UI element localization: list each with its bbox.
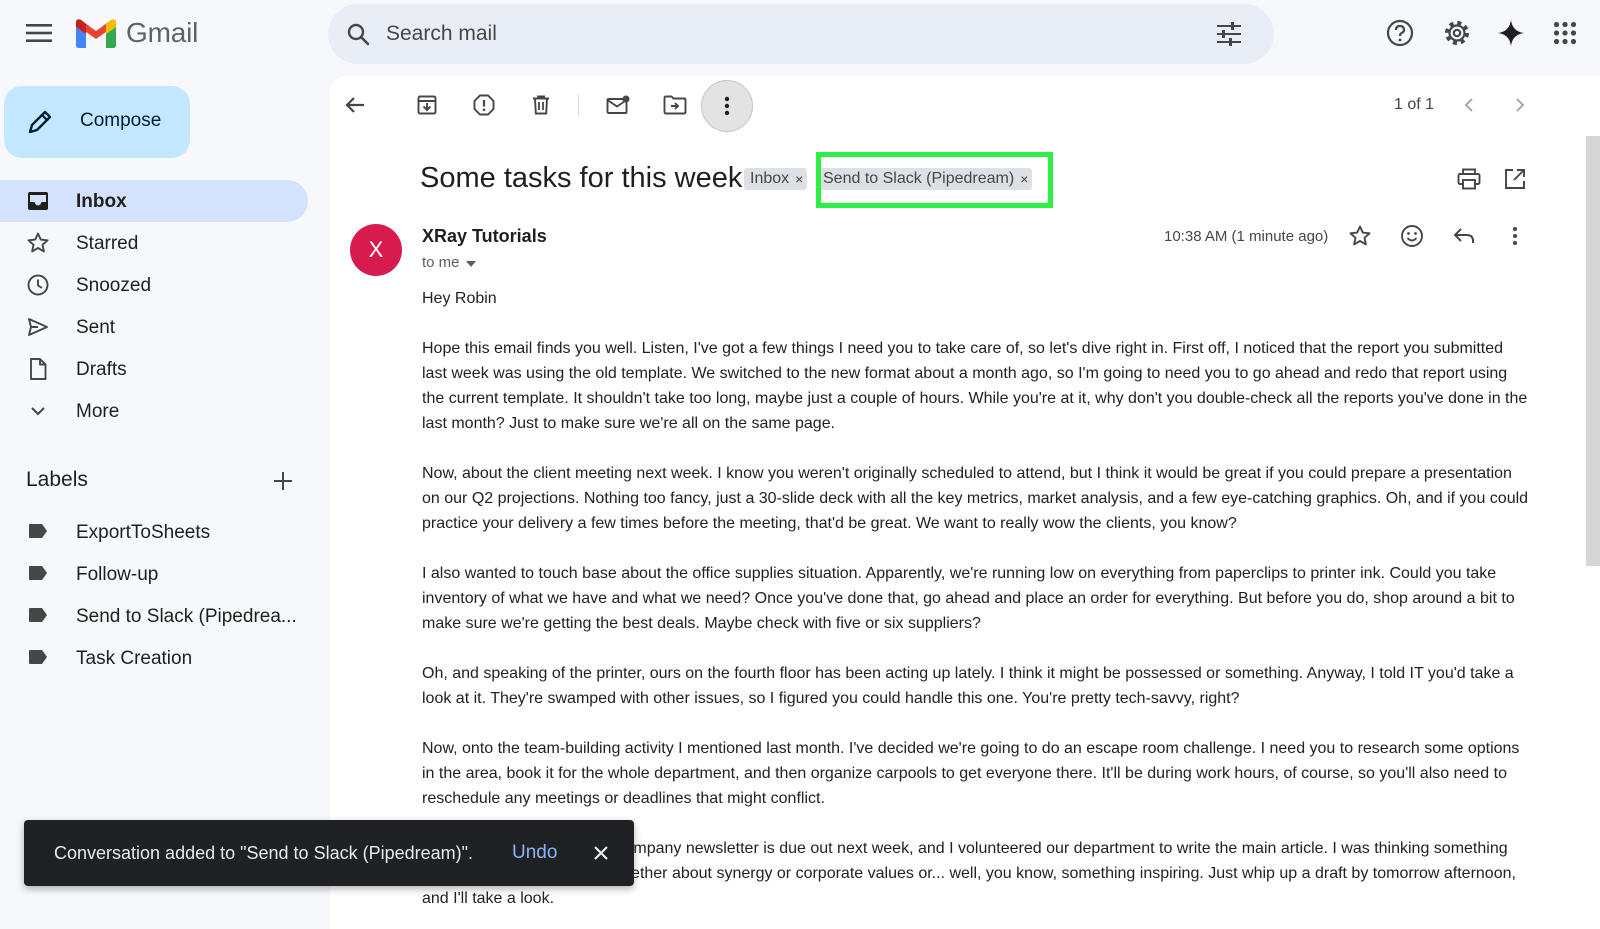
recipient-text: to me xyxy=(422,254,460,271)
pencil-icon xyxy=(26,108,54,141)
draft-icon xyxy=(27,358,49,380)
email-greeting: Hey Robin xyxy=(422,290,497,307)
chevron-down-icon xyxy=(27,400,49,422)
newer-chevron-icon[interactable] xyxy=(1450,86,1488,124)
label-chip-inbox[interactable]: Inbox × xyxy=(744,168,808,190)
move-to-folder-icon[interactable] xyxy=(656,86,694,124)
email-paragraph: Now, about the client meeting next week.… xyxy=(422,465,1529,532)
clock-icon xyxy=(27,274,49,296)
chip-label: Inbox xyxy=(750,170,790,187)
sender-name[interactable]: XRay Tutorials xyxy=(422,226,547,247)
star-icon xyxy=(27,232,49,254)
help-icon[interactable] xyxy=(1383,16,1417,50)
snackbar-toast: Conversation added to "Send to Slack (Pi… xyxy=(24,820,634,886)
label-tag-icon xyxy=(28,649,48,670)
avatar[interactable]: X xyxy=(350,224,402,276)
sidebar-item-label: Starred xyxy=(76,233,139,254)
compose-button[interactable]: Compose xyxy=(4,86,190,158)
label-tag-icon xyxy=(28,565,48,586)
search-input[interactable] xyxy=(386,18,1186,50)
settings-gear-icon[interactable] xyxy=(1440,16,1474,50)
label-item-follow-up[interactable]: Follow-up xyxy=(0,553,308,595)
close-icon[interactable] xyxy=(590,842,612,864)
caret-down-icon xyxy=(465,254,476,271)
more-options-icon[interactable] xyxy=(701,80,753,132)
highlight-box xyxy=(816,152,1053,208)
email-paragraph: Hope this email finds you well. Listen, … xyxy=(422,340,1528,432)
sidebar-item-snoozed[interactable]: Snoozed xyxy=(0,264,308,306)
label-item-text: ExportToSheets xyxy=(76,522,211,543)
report-spam-icon[interactable] xyxy=(465,86,503,124)
trash-icon[interactable] xyxy=(522,86,560,124)
sidebar-item-label: Snoozed xyxy=(76,275,152,296)
label-item-task-creation[interactable]: Task Creation xyxy=(0,637,308,679)
avatar-letter: X xyxy=(368,237,384,262)
compose-label: Compose xyxy=(80,110,162,131)
label-tag-icon xyxy=(28,607,48,628)
add-label-icon[interactable] xyxy=(270,468,296,494)
label-item-send-to-slack[interactable]: Send to Slack (Pipedrea... xyxy=(0,595,308,637)
mark-unread-icon[interactable] xyxy=(599,86,637,124)
gmail-logo[interactable]: Gmail xyxy=(76,14,198,52)
search-icon[interactable] xyxy=(346,22,370,51)
gemini-sparkle-icon[interactable] xyxy=(1494,16,1528,50)
older-chevron-icon[interactable] xyxy=(1501,86,1539,124)
email-paragraph: I also wanted to touch base about the of… xyxy=(422,565,1515,632)
open-new-window-icon[interactable] xyxy=(1500,164,1530,194)
sidebar-item-drafts[interactable]: Drafts xyxy=(0,348,308,390)
star-icon[interactable] xyxy=(1345,221,1375,251)
reply-icon[interactable] xyxy=(1449,221,1479,251)
pager-count: 1 of 1 xyxy=(1394,96,1435,113)
sidebar-item-label: More xyxy=(76,401,120,422)
sidebar-item-inbox[interactable]: Inbox xyxy=(0,180,308,222)
email-subject: Some tasks for this week xyxy=(420,162,743,194)
search-options-icon[interactable] xyxy=(1216,22,1242,51)
label-item-text: Task Creation xyxy=(76,648,193,669)
label-tag-icon xyxy=(28,523,48,544)
send-icon xyxy=(27,316,49,338)
inbox-icon xyxy=(27,190,49,212)
email-paragraph: Now, onto the team-building activity I m… xyxy=(422,740,1520,807)
sidebar-item-starred[interactable]: Starred xyxy=(0,222,308,264)
app-name: Gmail xyxy=(126,17,199,48)
more-vert-icon[interactable] xyxy=(1500,221,1530,251)
sidebar-item-more[interactable]: More xyxy=(0,390,308,432)
sidebar-item-sent[interactable]: Sent xyxy=(0,306,308,348)
print-icon[interactable] xyxy=(1454,164,1484,194)
sidebar-item-label: Sent xyxy=(76,317,116,338)
snackbar-message: Conversation added to "Send to Slack (Pi… xyxy=(54,843,474,863)
back-arrow-icon[interactable] xyxy=(336,86,374,124)
label-item-text: Follow-up xyxy=(76,564,159,585)
sidebar-item-label: Drafts xyxy=(76,359,127,380)
labels-heading: Labels xyxy=(26,468,88,491)
apps-grid-icon[interactable] xyxy=(1548,16,1582,50)
undo-button[interactable]: Undo xyxy=(512,842,557,864)
emoji-reaction-icon[interactable] xyxy=(1397,221,1427,251)
main-menu-icon[interactable] xyxy=(22,16,56,50)
message-view: 1 of 1 Some tasks for this week Inbox × … xyxy=(330,76,1600,929)
archive-icon[interactable] xyxy=(408,86,446,124)
label-item-text: Send to Slack (Pipedrea... xyxy=(76,606,297,627)
remove-label-icon[interactable]: × xyxy=(795,171,803,187)
toolbar-divider xyxy=(578,94,579,116)
sidebar-nav: Inbox Starred Snoozed Sent Drafts More xyxy=(0,180,308,432)
label-item-exporttosheets[interactable]: ExportToSheets xyxy=(0,511,308,553)
sidebar-item-label: Inbox xyxy=(76,191,127,212)
label-list: ExportToSheets Follow-up Send to Slack (… xyxy=(0,511,308,679)
search-bar[interactable] xyxy=(328,4,1274,64)
recipient-details[interactable]: to me xyxy=(422,254,476,271)
scrollbar[interactable] xyxy=(1586,136,1600,566)
email-timestamp: 10:38 AM (1 minute ago) xyxy=(1164,228,1329,245)
gmail-m-icon xyxy=(76,19,116,48)
top-bar: Gmail xyxy=(0,0,1600,66)
email-paragraph: Oh, and speaking of the printer, ours on… xyxy=(422,665,1514,707)
